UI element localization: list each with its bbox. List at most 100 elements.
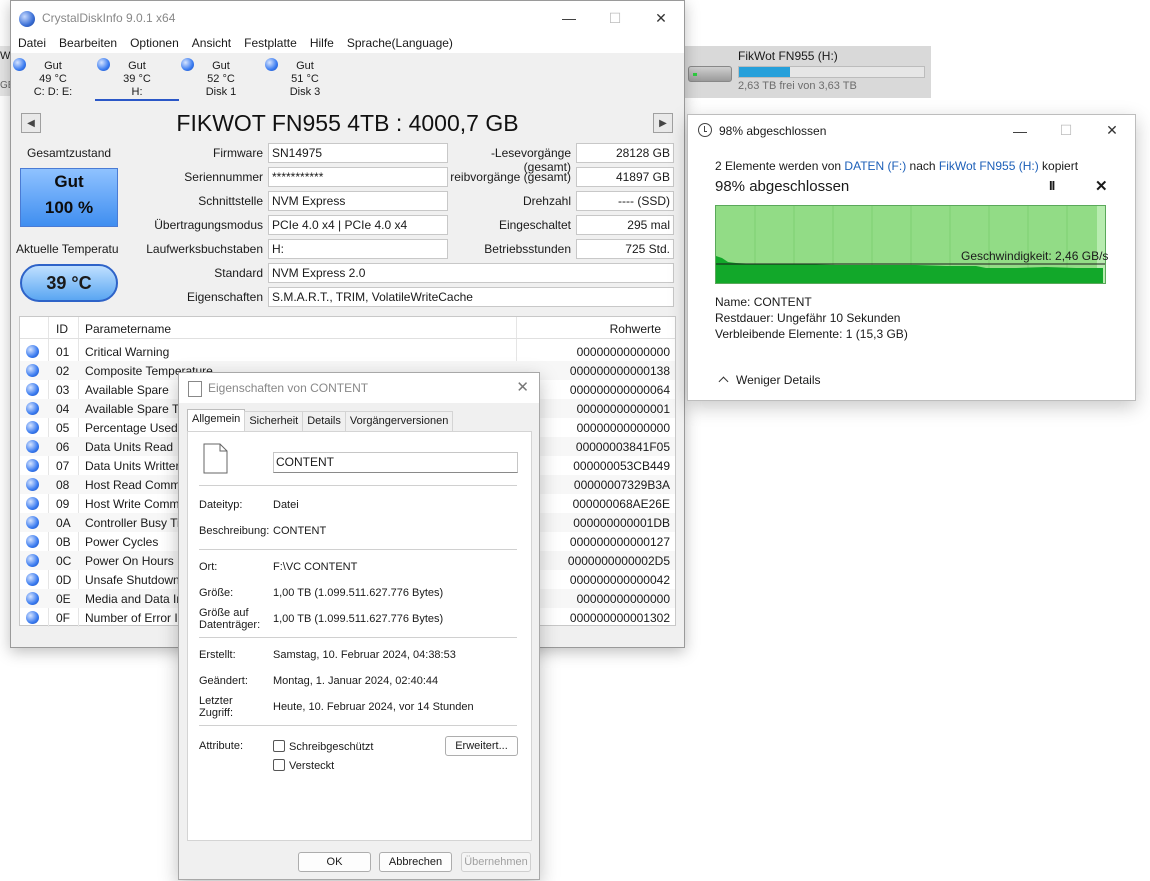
location-label: Ort:: [199, 561, 218, 573]
menu-ansicht[interactable]: Ansicht: [185, 35, 237, 53]
temperature-box[interactable]: 39 °C: [20, 264, 118, 302]
smart-row[interactable]: 01 Critical Warning 00000000000000: [20, 342, 675, 361]
disk-tab-c[interactable]: Gut 49 °C C: D: E:: [11, 55, 95, 101]
smart-raw-value: 00000003841F05: [575, 440, 670, 454]
document-icon: [203, 443, 228, 474]
checkbox-box: [273, 740, 285, 752]
general-panel: [187, 431, 532, 841]
rotation-label: Drehzahl: [522, 194, 571, 208]
hidden-checkbox[interactable]: Versteckt: [273, 759, 334, 772]
maximize-button[interactable]: ☐: [592, 1, 638, 35]
cancel-copy-button[interactable]: ✕: [1095, 177, 1108, 195]
less-details-button[interactable]: Weniger Details: [718, 373, 821, 387]
standard-value: NVM Express 2.0: [268, 263, 674, 283]
smart-id: 02: [56, 364, 70, 378]
readonly-checkbox[interactable]: Schreibgeschützt: [273, 740, 373, 753]
ok-button[interactable]: OK: [298, 852, 371, 872]
title-bar[interactable]: CrystalDiskInfo 9.0.1 x64 — ☐ ✕: [11, 1, 684, 35]
smart-param-name: Data Units Writter: [85, 459, 180, 473]
drive-name: FikWot FN955 (H:): [738, 49, 838, 63]
name-label: Name:: [715, 295, 751, 309]
menu-hilfe[interactable]: Hilfe: [303, 35, 340, 53]
tab-bar: Allgemein Sicherheit Details Vorgängerve…: [187, 409, 454, 431]
tab-allgemein[interactable]: Allgemein: [187, 409, 246, 431]
status-dot-icon: [26, 421, 39, 434]
location-value: F:\VC CONTENT: [273, 561, 358, 573]
name-row: Name: CONTENT: [715, 295, 812, 309]
disk-label: C: D: E:: [33, 86, 73, 98]
smart-id: 04: [56, 402, 70, 416]
destination-link[interactable]: FikWot FN955 (H:): [939, 159, 1039, 173]
checkbox-box: [273, 759, 285, 771]
smart-raw-value: 00000000000001: [576, 402, 670, 416]
tab-vorgaengerversionen[interactable]: Vorgängerversionen: [344, 411, 454, 431]
health-status-box[interactable]: Gut 100 %: [20, 168, 118, 227]
minimize-button[interactable]: —: [997, 115, 1043, 146]
attributes-label: Attribute:: [199, 740, 244, 752]
desc-text: nach: [906, 159, 939, 173]
disk-temp: 51 °C: [291, 73, 319, 85]
pause-button[interactable]: II: [1049, 178, 1055, 193]
hard-drive-icon: [688, 66, 732, 82]
menu-bearbeiten[interactable]: Bearbeiten: [52, 35, 123, 53]
smart-raw-value: 00000000000000: [576, 421, 670, 435]
properties-dialog: Eigenschaften von CONTENT ✕ Allgemein Si…: [178, 372, 540, 880]
smart-id: 06: [56, 440, 70, 454]
filename-field[interactable]: CONTENT: [273, 452, 518, 473]
maximize-button[interactable]: ☐: [1043, 115, 1089, 146]
menu-datei[interactable]: Datei: [11, 35, 52, 53]
health-dot-icon: [13, 58, 26, 71]
title-bar[interactable]: Eigenschaften von CONTENT ✕: [179, 373, 539, 403]
disk-size-label: Größe auf Datenträger:: [199, 607, 261, 631]
host-reads-value: 28128 GB: [576, 143, 674, 163]
smart-raw-value: 000000000000138: [569, 364, 670, 378]
cancel-button[interactable]: Abbrechen: [379, 852, 452, 872]
advanced-button[interactable]: Erweitert...: [445, 736, 518, 756]
apply-button[interactable]: Übernehmen: [461, 852, 531, 872]
window-title: 98% abgeschlossen: [719, 124, 827, 138]
health-dot-icon: [97, 58, 110, 71]
tab-details[interactable]: Details: [302, 411, 346, 431]
disk-size-value: 1,00 TB (1.099.511.627.776 Bytes): [273, 613, 444, 625]
percent-complete: 98% abgeschlossen: [715, 178, 850, 195]
items-label: Verbleibende Elemente:: [715, 327, 843, 341]
close-button[interactable]: ✕: [516, 378, 529, 396]
drive-free-space: 2,63 TB frei von 3,63 TB: [738, 80, 857, 92]
disk-tab-h[interactable]: Gut 39 °C H:: [95, 55, 179, 101]
menu-festplatte[interactable]: Festplatte: [237, 35, 303, 53]
smart-table-header: ID Parametername Rohwerte: [20, 317, 675, 339]
smart-raw-value: 000000068AE26E: [572, 497, 670, 511]
tab-sicherheit[interactable]: Sicherheit: [244, 411, 304, 431]
menu-sprache[interactable]: Sprache(Language): [340, 35, 459, 53]
status-dot-icon: [26, 497, 39, 510]
smart-id: 09: [56, 497, 70, 511]
size-value: 1,00 TB (1.099.511.627.776 Bytes): [273, 587, 444, 599]
source-link[interactable]: DATEN (F:): [844, 159, 906, 173]
col-id-header[interactable]: ID: [56, 322, 68, 336]
menu-optionen[interactable]: Optionen: [123, 35, 185, 53]
menu-bar: Datei Bearbeiten Optionen Ansicht Festpl…: [11, 35, 684, 53]
size-label: Größe:: [199, 587, 234, 599]
status-dot-icon: [26, 345, 39, 358]
title-bar[interactable]: 98% abgeschlossen — ☐ ✕: [688, 115, 1135, 146]
minimize-button[interactable]: —: [546, 1, 592, 35]
less-details-label: Weniger Details: [736, 373, 821, 387]
smart-param-name: Data Units Read: [85, 440, 174, 454]
desc-text: kopiert: [1038, 159, 1079, 173]
status-dot-icon: [26, 364, 39, 377]
close-button[interactable]: ✕: [638, 1, 684, 35]
drive-tile-h[interactable]: FikWot FN955 (H:) 2,63 TB frei von 3,63 …: [684, 46, 931, 98]
hidden-label: Versteckt: [289, 760, 335, 772]
smart-param-name: Available Spare Th: [85, 402, 186, 416]
disk-label: H:: [131, 86, 143, 98]
next-disk-button[interactable]: ▶: [653, 113, 673, 133]
col-raw-header[interactable]: Rohwerte: [610, 322, 661, 336]
drive-letters-label: Laufwerksbuchstaben: [146, 242, 263, 256]
disk-tab-1[interactable]: Gut 52 °C Disk 1: [179, 55, 263, 101]
serial-label: Seriennummer: [184, 170, 263, 184]
close-button[interactable]: ✕: [1089, 115, 1135, 146]
smart-param-name: Controller Busy Tir: [85, 516, 184, 530]
copy-progress-window: 98% abgeschlossen — ☐ ✕ 2 Elemente werde…: [687, 114, 1136, 401]
col-name-header[interactable]: Parametername: [85, 322, 171, 336]
disk-tab-3[interactable]: Gut 51 °C Disk 3: [263, 55, 347, 101]
